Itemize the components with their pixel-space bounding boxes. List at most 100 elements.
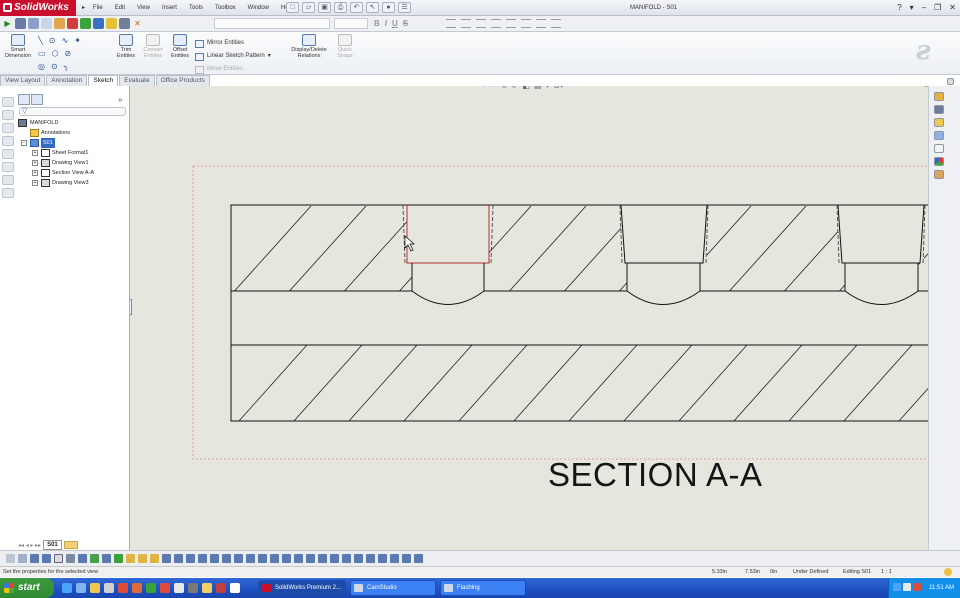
app-icon-7[interactable] <box>146 583 156 593</box>
tool-icon-13[interactable] <box>150 554 159 563</box>
new-macro-icon[interactable] <box>41 18 52 29</box>
app-icon-10[interactable] <box>188 583 198 593</box>
menu-edit[interactable]: Edit <box>109 0 131 16</box>
app-icon-12[interactable] <box>216 583 226 593</box>
print-icon[interactable]: ⎙ <box>334 2 347 13</box>
tree-item-drawing-view3[interactable]: + Drawing View3 <box>18 178 128 188</box>
tool-icon-21[interactable] <box>246 554 255 563</box>
menu-file[interactable]: File <box>87 0 109 16</box>
solidworks-resources-icon[interactable] <box>934 92 944 101</box>
app-icon-9[interactable] <box>174 583 184 593</box>
tray-icon-3[interactable] <box>913 583 921 591</box>
panel-splitter[interactable] <box>130 299 132 315</box>
app-icon-5[interactable] <box>118 583 128 593</box>
appearances-icon[interactable] <box>934 157 944 166</box>
menu-toolbox[interactable]: Toolbox <box>209 0 242 16</box>
expand-icon[interactable]: + <box>32 180 38 186</box>
rebuild-icon[interactable]: ● <box>382 2 395 13</box>
macro-blue-icon[interactable] <box>93 18 104 29</box>
graphics-area[interactable]: ⌕ ⌕ ↺ ⟳ ◧ ▤ ▾ ʘ▾ – ❐ ✕ SECTION A-A <box>130 86 942 550</box>
feature-tree-tab-icon[interactable] <box>18 94 30 105</box>
desktop-icon[interactable] <box>76 583 86 593</box>
tool-icon-28[interactable] <box>330 554 339 563</box>
macro-green-icon[interactable] <box>80 18 91 29</box>
tree-item-annotations[interactable]: Annotations <box>18 128 128 138</box>
italic-icon[interactable]: I <box>385 18 387 29</box>
file-explorer-icon[interactable] <box>934 118 944 127</box>
tool-icon-24[interactable] <box>282 554 291 563</box>
tool-icon-26[interactable] <box>306 554 315 563</box>
tool-icon-20[interactable] <box>234 554 243 563</box>
collapse-icon[interactable]: − <box>21 140 27 146</box>
sheet-tab-s01[interactable]: S01 <box>43 540 62 550</box>
view-palette-icon[interactable] <box>934 144 944 153</box>
zoom-to-area-icon[interactable]: ⌕ <box>492 86 496 90</box>
smart-dimension-button[interactable]: Smart Dimension <box>4 34 32 59</box>
options-icon[interactable]: ☰ <box>398 2 411 13</box>
centerpoint-arc-icon[interactable]: ⊙ <box>51 62 58 72</box>
align-middle-icon[interactable] <box>506 19 516 28</box>
mirror-entities-button[interactable]: Mirror Entities <box>195 37 271 50</box>
menu-window[interactable]: Window <box>242 0 275 16</box>
undo-icon[interactable]: ↶ <box>350 2 363 13</box>
pause-macro-icon[interactable] <box>28 18 39 29</box>
tool-icon-11[interactable] <box>126 554 135 563</box>
zoom-to-fit-icon[interactable]: ⌕ <box>484 86 488 90</box>
tool-icon-34[interactable] <box>402 554 411 563</box>
help-icon[interactable]: ? <box>897 2 901 13</box>
section-view-icon[interactable]: ◧ <box>522 86 530 90</box>
spline-icon[interactable]: ∿ <box>62 36 69 46</box>
run-macro-icon[interactable]: ▶ <box>2 18 13 29</box>
align-bottom-icon[interactable] <box>521 19 531 28</box>
dropdown-icon[interactable]: ▾ <box>910 2 914 13</box>
tool-icon-3[interactable] <box>30 554 39 563</box>
tool-icon-10[interactable] <box>114 554 123 563</box>
save-icon[interactable]: ▣ <box>318 2 331 13</box>
tray-icon-2[interactable] <box>903 583 911 591</box>
tool-icon-22[interactable] <box>258 554 267 563</box>
tree-item-drawing-view1[interactable]: + Drawing View1 <box>18 158 128 168</box>
new-document-icon[interactable]: □ <box>286 2 299 13</box>
menu-view[interactable]: View <box>131 0 156 16</box>
tools-x-icon[interactable]: ✕ <box>132 18 143 29</box>
tool-icon-9[interactable] <box>102 554 111 563</box>
edit-macro-icon[interactable] <box>54 18 65 29</box>
convert-entities-button[interactable]: Convert Entities <box>140 34 166 59</box>
pointer-icon[interactable] <box>2 97 14 107</box>
align-right-icon[interactable] <box>476 19 486 28</box>
tree-item-sheet-format[interactable]: + Sheet Format1 <box>18 148 128 158</box>
tool-icon-17[interactable] <box>198 554 207 563</box>
tool-icon-30[interactable] <box>354 554 363 563</box>
tool-icon-19[interactable] <box>222 554 231 563</box>
tool-icon-1[interactable] <box>6 554 15 563</box>
close-icon[interactable]: ✕ <box>949 2 956 13</box>
folder-icon[interactable] <box>2 123 14 133</box>
tool-icon-14[interactable] <box>162 554 171 563</box>
tool-icon-5[interactable] <box>54 554 63 563</box>
restore-icon[interactable]: ❐ <box>934 2 941 13</box>
tree-item-section-view[interactable]: + Section View A-A <box>18 168 128 178</box>
tool-icon-18[interactable] <box>210 554 219 563</box>
offset-entities-button[interactable]: Offset Entities <box>167 34 193 59</box>
explorer-icon[interactable] <box>90 583 100 593</box>
settings-side-icon[interactable] <box>2 188 14 198</box>
taskbar-camstudio[interactable]: CamStudio <box>350 580 436 596</box>
tool-icon-23[interactable] <box>270 554 279 563</box>
app-icon-8[interactable] <box>160 583 170 593</box>
expand-icon[interactable]: + <box>32 160 38 166</box>
ie-icon[interactable] <box>62 583 72 593</box>
solidworks-logo[interactable]: SolidWorks <box>0 0 76 16</box>
tool-icon-2[interactable] <box>18 554 27 563</box>
record-icon[interactable] <box>67 18 78 29</box>
open-icon[interactable]: ▱ <box>302 2 315 13</box>
tree-item-sheet[interactable]: − S01 <box>18 138 128 148</box>
view-settings-icon[interactable]: ▾ <box>546 86 550 90</box>
customize-icon[interactable] <box>119 18 130 29</box>
start-button[interactable]: start <box>0 578 54 598</box>
tool-icon-25[interactable] <box>294 554 303 563</box>
tree-filter-input[interactable]: ▽ <box>19 107 126 116</box>
canvas-minimize-icon[interactable]: – <box>915 86 919 89</box>
tray-icon-1[interactable] <box>893 583 901 591</box>
section-view-drawing[interactable] <box>130 86 942 550</box>
section-view-label[interactable]: SECTION A-A <box>548 456 763 494</box>
